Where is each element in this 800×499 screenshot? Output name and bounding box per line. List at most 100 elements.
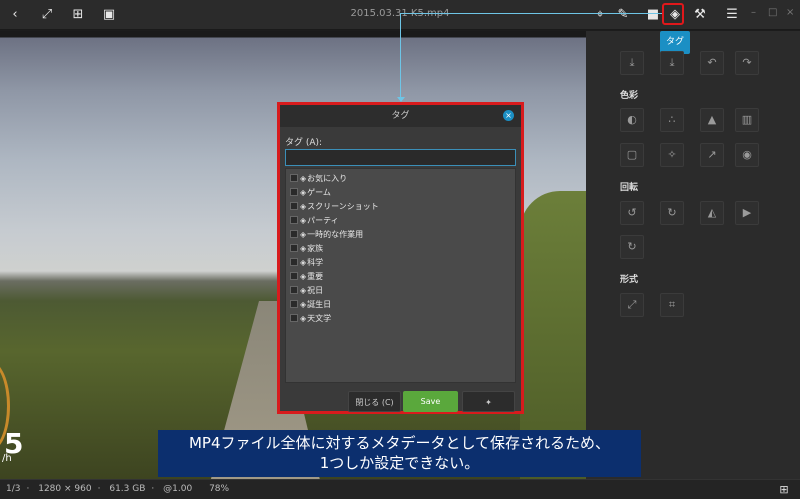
flip-vertical-icon[interactable]: ▶ [735, 201, 759, 225]
red-eye-icon[interactable]: ◉ [735, 143, 759, 167]
dialog-header: タグ × [280, 105, 521, 127]
wrench-icon[interactable]: ⚒ [690, 5, 710, 25]
tag-item[interactable]: ◈スクリーンショット [290, 200, 379, 213]
maximize-button[interactable]: □ [768, 7, 777, 18]
tag-item-icon: ◈ [300, 244, 307, 253]
status-zoom[interactable]: 78% [209, 484, 229, 494]
tag-item-icon: ◈ [300, 314, 307, 323]
close-window-button[interactable]: × [786, 7, 794, 18]
tag-item[interactable]: ◈科学 [290, 256, 323, 269]
collage-icon[interactable]: ⊞ [68, 5, 88, 25]
minimize-button[interactable]: – [751, 7, 756, 18]
caption-line-1: MP4ファイル全体に対するメタデータとして保存されるため、 [188, 434, 611, 452]
dialog-title: タグ [391, 111, 410, 121]
checkbox[interactable] [290, 244, 298, 252]
tag-item-icon: ◈ [300, 286, 307, 295]
photo-viewer-window: ‹ ⤢ ⊞ ▣ 2015.03.31 K5.mp4 ⌖ ✎ ■ ◈ ⚒ ☰ – … [0, 0, 800, 499]
tag-list[interactable]: ◈お気に入り ◈ゲーム ◈スクリーンショット ◈パーティ ◈一時的な作業用 ◈家… [285, 168, 516, 383]
contrast-icon[interactable]: ◐ [620, 108, 644, 132]
resize-icon[interactable]: ⤢ [620, 293, 644, 317]
tag-item[interactable]: ◈お気に入り [290, 172, 347, 185]
tag-item-icon: ◈ [300, 216, 307, 225]
tag-item-label: お気に入り [307, 174, 348, 183]
tag-item-icon: ◈ [300, 272, 307, 281]
tag-item-label: 一時的な作業用 [307, 230, 364, 239]
status-size: 61.3 GB [109, 484, 146, 494]
edit-panel: タグ ⤓ ⤓ ↶ ↷ 色彩 ◐ ∴ ▲ ▥ ▢ ✧ ↗ ◉ 回転 ↺ ↻ ◭ ▶… [586, 31, 800, 479]
close-icon[interactable]: × [503, 110, 514, 121]
close-button[interactable]: 閉じる (C) [348, 391, 401, 412]
status-position: 1/3 [6, 484, 21, 494]
checkbox[interactable] [290, 258, 298, 266]
callout-line [400, 13, 662, 14]
tag-item[interactable]: ◈祝日 [290, 284, 323, 297]
checkbox[interactable] [290, 216, 298, 224]
caption-overlay: MP4ファイル全体に対するメタデータとして保存されるため、 1つしか設定できない… [158, 430, 641, 477]
tag-item[interactable]: ◈誕生日 [290, 298, 331, 311]
tag-item-label: 祝日 [307, 286, 324, 295]
adjust-icon[interactable]: ∴ [660, 108, 684, 132]
status-bar: 1/3 · 1280 × 960 · 61.3 GB · @1.00 78% ⊞ [0, 479, 800, 499]
caption-line-2: 1つしか設定できない。 [319, 454, 480, 472]
tag-item-label: 家族 [307, 244, 324, 253]
tag-input[interactable] [285, 149, 516, 166]
tag-item-icon: ◈ [300, 300, 307, 309]
tag-item[interactable]: ◈一時的な作業用 [290, 228, 363, 241]
grid-view-icon[interactable]: ⊞ [776, 482, 792, 498]
status-zoom-ratio: @1.00 [163, 484, 193, 494]
comment-icon[interactable]: ■ [643, 5, 663, 25]
tag-button-highlight [662, 3, 684, 25]
checkbox[interactable] [290, 188, 298, 196]
tag-item-label: 科学 [307, 258, 324, 267]
flip-horizontal-icon[interactable]: ◭ [700, 201, 724, 225]
checkbox[interactable] [290, 202, 298, 210]
save-button[interactable]: Save [403, 391, 458, 412]
free-rotate-icon[interactable]: ↻ [620, 235, 644, 259]
tag-item-label: 天文学 [307, 314, 332, 323]
crop-frame-icon[interactable]: ▢ [620, 143, 644, 167]
sharpen-icon[interactable]: ▲ [700, 108, 724, 132]
tag-item-label: 誕生日 [307, 300, 332, 309]
back-icon[interactable]: ‹ [5, 5, 25, 25]
tag-dialog: タグ × タグ (A): ◈お気に入り ◈ゲーム ◈スクリーンショット ◈パーテ… [277, 102, 524, 414]
tag-item[interactable]: ◈ゲーム [290, 186, 331, 199]
status-dimensions: 1280 × 960 [38, 484, 92, 494]
menu-icon[interactable]: ☰ [722, 5, 742, 25]
crop-icon[interactable]: ⌗ [660, 293, 684, 317]
speed-unit: /h [2, 453, 12, 464]
save-as-icon[interactable]: ⤓ [660, 51, 684, 75]
tag-item-icon: ◈ [300, 230, 307, 239]
tag-item[interactable]: ◈パーティ [290, 214, 339, 227]
undo-icon[interactable]: ↶ [700, 51, 724, 75]
levels-icon[interactable]: ▥ [735, 108, 759, 132]
pin-button[interactable]: ✦ [462, 391, 515, 412]
fullscreen-icon[interactable]: ⤢ [37, 5, 57, 25]
dropper-icon[interactable]: ↗ [700, 143, 724, 167]
redo-icon[interactable]: ↷ [735, 51, 759, 75]
checkbox[interactable] [290, 230, 298, 238]
checkbox[interactable] [290, 300, 298, 308]
pin-icon: ✦ [485, 398, 492, 407]
checkbox[interactable] [290, 272, 298, 280]
section-rotate: 回転 [620, 183, 639, 193]
checkbox[interactable] [290, 286, 298, 294]
callout-line-vertical [400, 13, 401, 101]
rotate-right-icon[interactable]: ↻ [660, 201, 684, 225]
rotate-left-icon[interactable]: ↺ [620, 201, 644, 225]
tag-item-label: ゲーム [307, 188, 331, 197]
map-pin-icon[interactable]: ⌖ [590, 5, 610, 25]
save-icon[interactable]: ⤓ [620, 51, 644, 75]
checkbox[interactable] [290, 314, 298, 322]
checkbox[interactable] [290, 174, 298, 182]
magic-wand-icon[interactable]: ✧ [660, 143, 684, 167]
tag-item[interactable]: ◈重要 [290, 270, 323, 283]
tag-item[interactable]: ◈家族 [290, 242, 323, 255]
tag-item-label: スクリーンショット [307, 202, 379, 211]
camera-icon[interactable]: ▣ [99, 5, 119, 25]
section-color: 色彩 [620, 91, 639, 101]
tag-item[interactable]: ◈天文学 [290, 312, 331, 325]
draw-icon[interactable]: ✎ [613, 5, 633, 25]
tag-label: タグ (A): [285, 138, 323, 148]
tag-item-icon: ◈ [300, 202, 307, 211]
tag-item-label: パーティ [307, 216, 339, 225]
